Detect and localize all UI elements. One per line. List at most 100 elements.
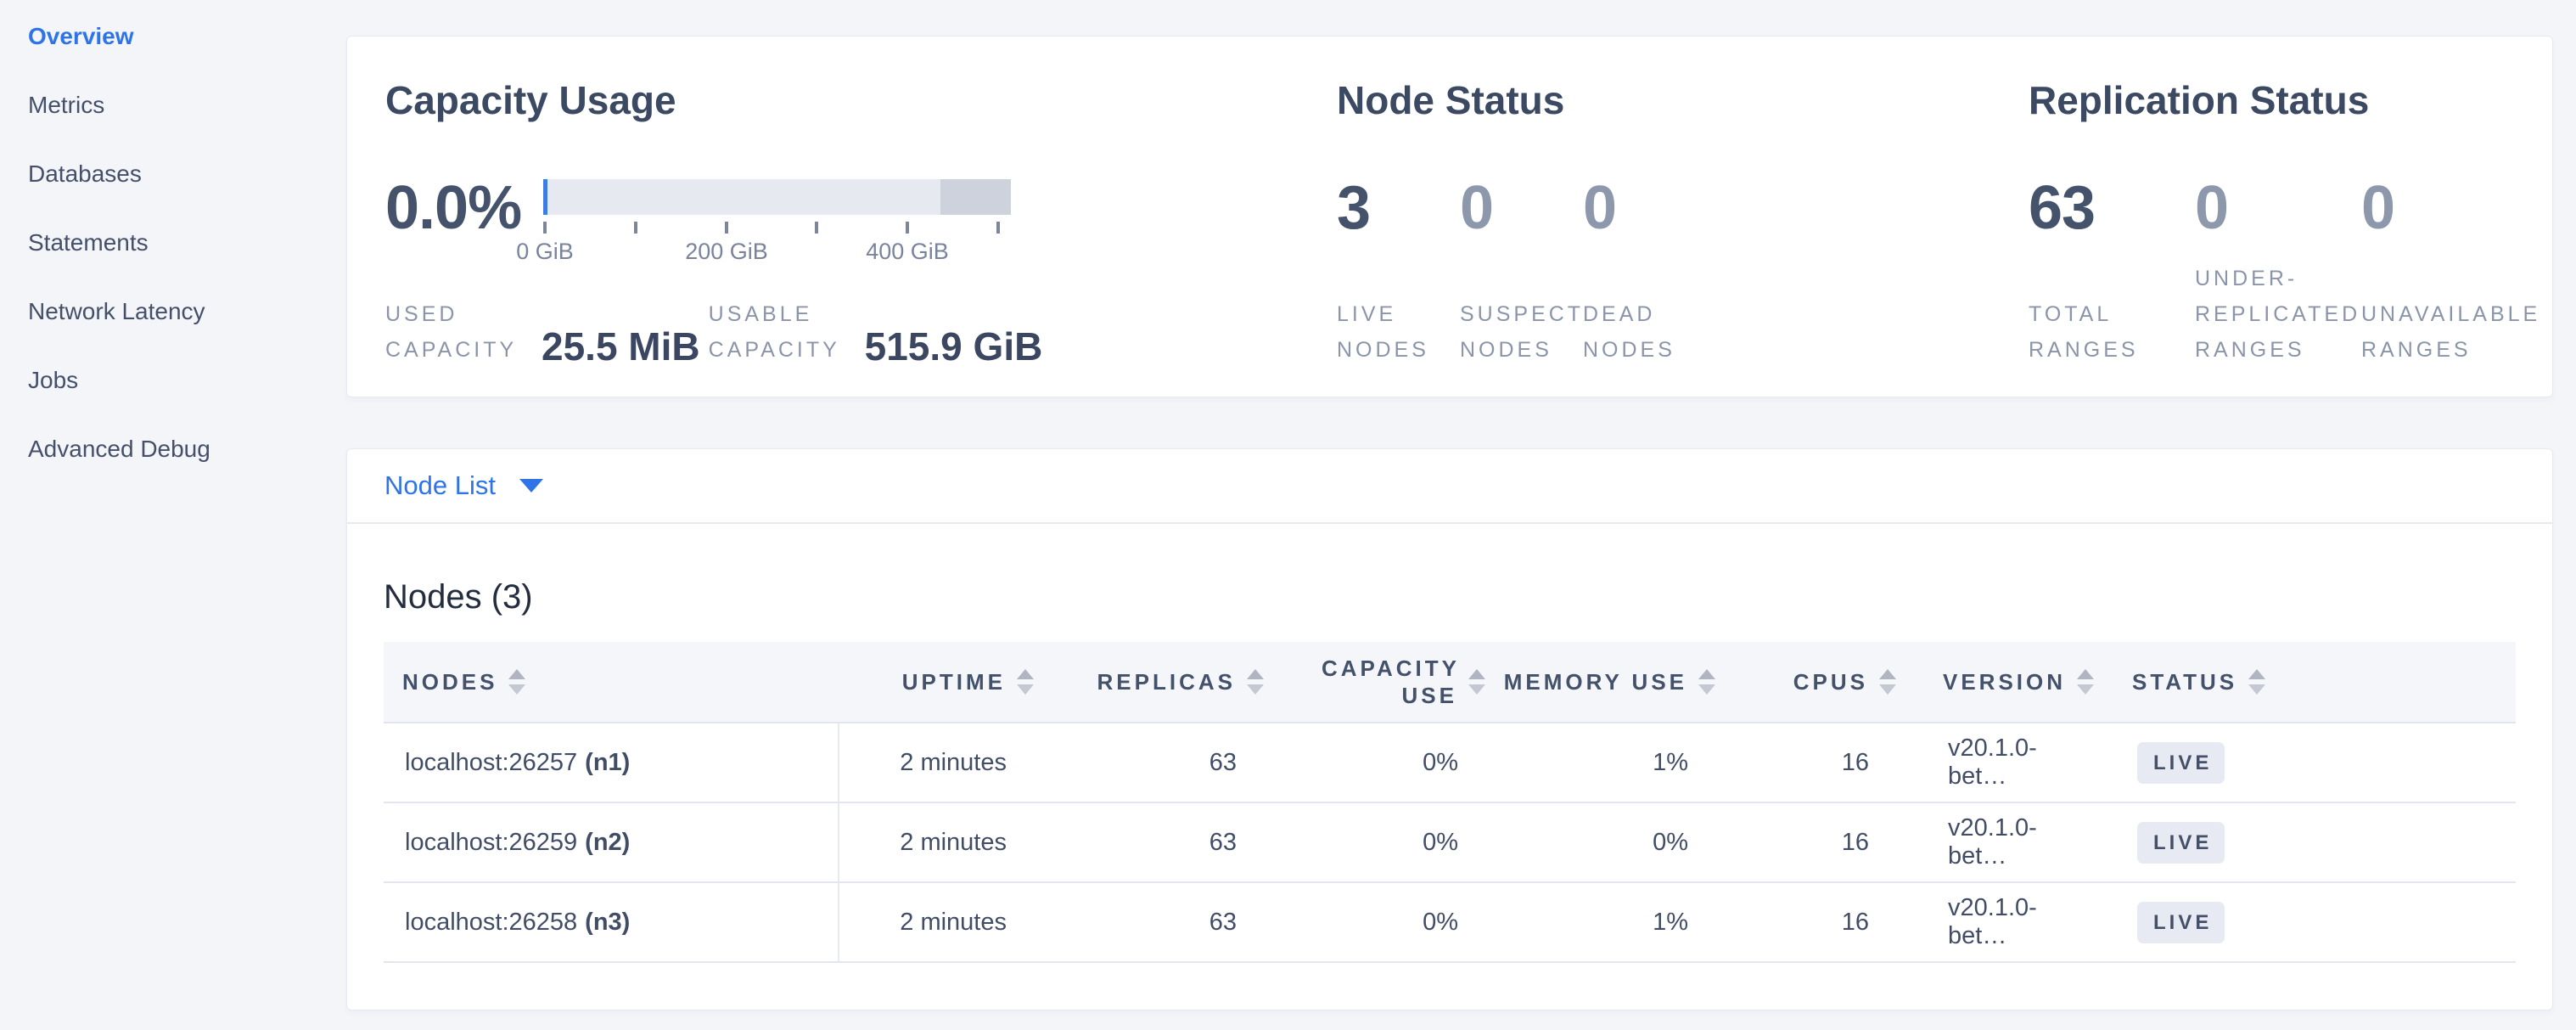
- column-label-nodes: NODES: [402, 668, 497, 695]
- cpus-cell: 16: [1732, 723, 1913, 802]
- node-list-dropdown-label: Node List: [384, 470, 496, 501]
- node-address: localhost:26258: [405, 909, 577, 936]
- total-ranges-label: TOTAL RANGES: [2029, 296, 2195, 368]
- node-address-cell[interactable]: localhost:26259 (n2): [384, 802, 839, 882]
- capacity-use-cell: 0%: [1281, 802, 1502, 882]
- sidebar: Overview Metrics Databases Statements Ne…: [0, 0, 346, 1030]
- main-content: Capacity Usage 0.0% 0 GiB 200 GiB 400 Gi…: [346, 0, 2576, 1030]
- node-address: localhost:26257: [405, 749, 577, 776]
- replicas-cell: 63: [1051, 882, 1281, 962]
- used-capacity-label: USED CAPACITY: [385, 296, 531, 368]
- node-status-title: Node Status: [1337, 77, 2029, 123]
- capacity-bar-reserved-segment: [940, 179, 1011, 215]
- capacity-axis-ticks: [543, 220, 1011, 237]
- column-label-version: VERSION: [1943, 668, 2066, 695]
- sidebar-item-metrics[interactable]: Metrics: [28, 92, 346, 160]
- capacity-use-cell: 0%: [1281, 723, 1502, 802]
- column-label-uptime: UPTIME: [902, 668, 1006, 695]
- node-address-cell[interactable]: localhost:26257(n1): [384, 723, 839, 802]
- sidebar-item-jobs[interactable]: Jobs: [28, 367, 346, 436]
- node-list-card: Node List Nodes (3) NODES UPTIME: [346, 448, 2553, 1010]
- suspect-nodes-label: SUSPECT NODES: [1460, 296, 1583, 368]
- node-address: localhost:26259: [405, 829, 577, 856]
- sort-icon: [1698, 669, 1715, 695]
- version-cell: v20.1.0-bet…: [1913, 882, 2102, 962]
- live-nodes-label: LIVE NODES: [1337, 296, 1460, 368]
- sort-icon: [1879, 669, 1896, 695]
- capacity-stats: USED CAPACITY 25.5 MiB USABLE CAPACITY 5…: [385, 261, 1337, 368]
- cluster-overview-card: Capacity Usage 0.0% 0 GiB 200 GiB 400 Gi…: [346, 36, 2553, 397]
- axis-label-400gib: 400 GiB: [866, 239, 949, 265]
- unavailable-ranges-count: 0: [2361, 176, 2528, 261]
- capacity-usage-section: Capacity Usage 0.0% 0 GiB 200 GiB 400 Gi…: [385, 77, 1337, 397]
- cpus-cell: 16: [1732, 802, 1913, 882]
- column-label-cpus: CPUS: [1793, 668, 1868, 695]
- column-label-memory-use: MEMORY USE: [1504, 668, 1687, 695]
- dead-nodes-count: 0: [1583, 176, 1706, 261]
- node-id: (n2): [585, 829, 630, 856]
- column-header-nodes[interactable]: NODES: [384, 642, 839, 723]
- uptime-cell: 2 minutes: [839, 802, 1051, 882]
- cockroachdb-admin-ui: Overview Metrics Databases Statements Ne…: [0, 0, 2576, 1030]
- column-header-version[interactable]: VERSION: [1913, 642, 2102, 723]
- column-header-uptime[interactable]: UPTIME: [839, 642, 1051, 723]
- status-badge: LIVE: [2137, 822, 2225, 864]
- sidebar-item-overview[interactable]: Overview: [28, 23, 346, 92]
- column-label-status: STATUS: [2132, 668, 2237, 695]
- capacity-usage-title: Capacity Usage: [385, 77, 1337, 123]
- sort-icon: [1247, 669, 1264, 695]
- node-table-container: Nodes (3) NODES UPTIME REPLICAS CAPACITY…: [347, 578, 2552, 963]
- status-badge: LIVE: [2137, 742, 2225, 784]
- status-cell: LIVE: [2102, 802, 2516, 882]
- nodes-table: NODES UPTIME REPLICAS CAPACITY USE MEMOR…: [384, 642, 2516, 963]
- live-nodes-count: 3: [1337, 176, 1460, 261]
- memory-use-cell: 0%: [1502, 802, 1732, 882]
- column-header-replicas[interactable]: REPLICAS: [1051, 642, 1281, 723]
- status-badge: LIVE: [2137, 902, 2225, 943]
- view-selector-bar: Node List: [347, 449, 2552, 524]
- used-capacity-stat: USED CAPACITY 25.5 MiB: [385, 296, 700, 368]
- column-header-capacity-use[interactable]: CAPACITY USE: [1281, 642, 1502, 723]
- sort-icon: [2077, 669, 2094, 695]
- status-cell: LIVE: [2102, 723, 2516, 802]
- capacity-usage-gauge: 0 GiB 200 GiB 400 GiB: [543, 176, 1011, 261]
- node-address-cell[interactable]: localhost:26258 (n3): [384, 882, 839, 962]
- axis-label-0gib: 0 GiB: [516, 239, 574, 265]
- sidebar-item-advanced-debug[interactable]: Advanced Debug: [28, 436, 346, 504]
- uptime-cell: 2 minutes: [839, 723, 1051, 802]
- sort-icon: [1017, 669, 1034, 695]
- column-label-capacity-use: CAPACITY USE: [1322, 655, 1457, 709]
- used-capacity-value: 25.5 MiB: [542, 325, 700, 368]
- capacity-use-cell: 0%: [1281, 882, 1502, 962]
- replication-status-section: Replication Status 63 0 0 TOTAL RANGES U…: [2029, 77, 2552, 397]
- memory-use-cell: 1%: [1502, 723, 1732, 802]
- sort-icon: [1468, 669, 1485, 695]
- suspect-nodes-count: 0: [1460, 176, 1583, 261]
- uptime-cell: 2 minutes: [839, 882, 1051, 962]
- column-header-cpus[interactable]: CPUS: [1732, 642, 1913, 723]
- node-id: (n3): [585, 909, 630, 936]
- column-label-replicas: REPLICAS: [1097, 668, 1236, 695]
- usable-capacity-label: USABLE CAPACITY: [709, 296, 855, 368]
- column-header-status[interactable]: STATUS: [2102, 642, 2516, 723]
- node-list-dropdown[interactable]: Node List: [384, 470, 543, 501]
- replication-status-title: Replication Status: [2029, 77, 2552, 123]
- capacity-bar-used-segment: [543, 179, 547, 215]
- sidebar-item-databases[interactable]: Databases: [28, 160, 346, 229]
- node-row-n3[interactable]: localhost:26258 (n3) 2 minutes 63 0% 1% 1…: [384, 882, 2516, 962]
- column-header-memory-use[interactable]: MEMORY USE: [1502, 642, 1732, 723]
- usable-capacity-stat: USABLE CAPACITY 515.9 GiB: [709, 296, 1043, 368]
- memory-use-cell: 1%: [1502, 882, 1732, 962]
- total-ranges-count: 63: [2029, 176, 2195, 261]
- sidebar-item-network-latency[interactable]: Network Latency: [28, 298, 346, 367]
- under-replicated-ranges-label: UNDER-REPLICATED RANGES: [2195, 261, 2361, 368]
- replicas-cell: 63: [1051, 802, 1281, 882]
- unavailable-ranges-label: UNAVAILABLE RANGES: [2361, 296, 2528, 368]
- cpus-cell: 16: [1732, 882, 1913, 962]
- usable-capacity-value: 515.9 GiB: [865, 325, 1043, 368]
- node-row-n2[interactable]: localhost:26259 (n2) 2 minutes 63 0% 0% 1…: [384, 802, 2516, 882]
- sidebar-item-statements[interactable]: Statements: [28, 229, 346, 298]
- dead-nodes-label: DEAD NODES: [1583, 296, 1706, 368]
- node-row-n1[interactable]: localhost:26257(n1) 2 minutes 63 0% 1% 1…: [384, 723, 2516, 802]
- node-status-section: Node Status 3 0 0 LIVE NODES SUSPECT NOD…: [1337, 77, 2029, 397]
